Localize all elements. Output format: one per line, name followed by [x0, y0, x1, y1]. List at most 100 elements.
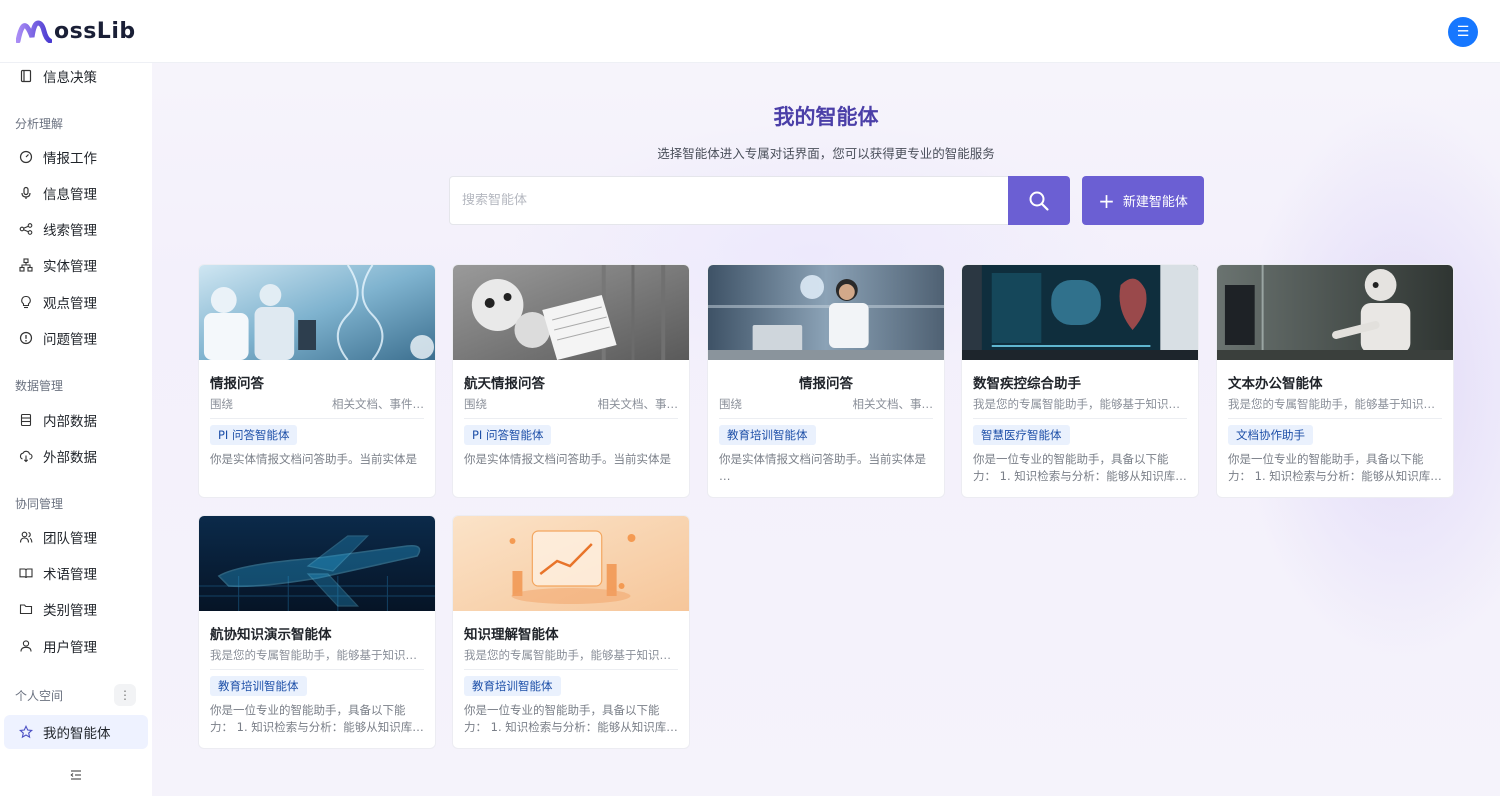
- card-image-airplane-wireframe: [199, 516, 435, 611]
- sidebar-item-info-mgmt[interactable]: 信息管理: [4, 176, 148, 210]
- card-meta-right: 相关文档、事…: [597, 397, 679, 411]
- card-tag: 文档协作助手: [1228, 425, 1313, 445]
- card-tag: 教育培训智能体: [464, 676, 561, 696]
- sidebar-item-label: 类别管理: [43, 603, 97, 619]
- sidebar-item-label: 我的智能体: [43, 726, 111, 742]
- card-title: 数智疾控综合助手: [973, 376, 1081, 392]
- card-image-orange-analytics: [453, 516, 689, 611]
- card-meta: 围绕 相关文档、事…: [464, 396, 678, 412]
- card-prompt: 你是一位专业的智能助手，具备以下能力： 1. 知识检索与分析：能够从知识库…: [1228, 452, 1442, 483]
- card-meta: 围绕 相关文档、事件…: [210, 396, 424, 412]
- agent-card[interactable]: 知识理解智能体 我是您的专属智能助手，能够基于知识… 教育培训智能体 你是一位专…: [452, 515, 690, 749]
- microphone-icon: [19, 186, 33, 200]
- sidebar-item-label: 外部数据: [43, 450, 97, 466]
- agent-card[interactable]: 情报问答 围绕 相关文档、事件… PI 问答智能体 你是实体情报文档问答助手。当…: [198, 264, 436, 498]
- sidebar-item-external-data[interactable]: 外部数据: [4, 439, 148, 473]
- book-icon: [19, 566, 33, 580]
- divider: [1228, 418, 1442, 419]
- card-prompt: 你是实体情报文档问答助手。当前实体是: [464, 452, 671, 466]
- agent-card[interactable]: 航天情报问答 围绕 相关文档、事… PI 问答智能体 你是实体情报文档问答助手。…: [452, 264, 690, 498]
- sidebar-item-label: 信息决策: [43, 70, 97, 86]
- sidebar-item-view-mgmt[interactable]: 观点管理: [4, 285, 148, 319]
- card-title: 知识理解智能体: [464, 627, 559, 643]
- card-desc: 我是您的专属智能助手，能够基于知识…: [1228, 397, 1435, 411]
- sidebar-item-label: 线索管理: [43, 223, 97, 239]
- dashboard-icon: [19, 150, 33, 164]
- sidebar-item-user-mgmt[interactable]: 用户管理: [4, 629, 148, 663]
- sidebar-item-entity-mgmt[interactable]: 实体管理: [4, 248, 148, 282]
- sidebar-item-team-mgmt[interactable]: 团队管理: [4, 520, 148, 554]
- card-title: 情报问答: [210, 376, 264, 392]
- card-image-robot-reading: [453, 265, 689, 360]
- divider: [719, 418, 933, 419]
- sidebar-item-clue-mgmt[interactable]: 线索管理: [4, 212, 148, 246]
- sidebar-item-info-decision[interactable]: 信息决策: [4, 59, 148, 93]
- divider: [210, 669, 424, 670]
- card-desc: 我是您的专属智能助手，能够基于知识…: [464, 648, 671, 662]
- card-title: 航协知识演示智能体: [210, 627, 332, 643]
- menu-button[interactable]: ☰: [1448, 17, 1478, 47]
- app-logo[interactable]: ossLib: [16, 19, 136, 44]
- page-title: 我的智能体: [773, 105, 879, 129]
- sidebar-item-internal-data[interactable]: 内部数据: [4, 403, 148, 437]
- card-title: 情报问答: [799, 376, 853, 392]
- page-subtitle: 选择智能体进入专属对话界面，您可以获得更专业的智能服务: [657, 146, 995, 161]
- card-meta-left: 围绕: [210, 397, 233, 411]
- card-meta-left: 围绕: [719, 397, 742, 411]
- search-input[interactable]: [462, 193, 996, 208]
- sidebar-item-label: 团队管理: [43, 531, 97, 547]
- team-icon: [19, 530, 33, 544]
- card-meta-right: 相关文档、事件…: [332, 397, 424, 411]
- menu-icon: ☰: [1456, 24, 1470, 40]
- document-icon: [19, 69, 33, 83]
- search-icon: [1029, 191, 1049, 211]
- section-label-collab: 协同管理: [15, 497, 64, 511]
- plus-icon: +: [1098, 188, 1115, 213]
- card-meta-right: 相关文档、事…: [852, 397, 934, 411]
- agent-card[interactable]: 文本办公智能体 我是您的专属智能助手，能够基于知识… 文档协作助手 你是一位专业…: [1216, 264, 1454, 498]
- divider: [464, 669, 678, 670]
- sidebar-item-category-mgmt[interactable]: 类别管理: [4, 592, 148, 626]
- section-label-analysis: 分析理解: [15, 117, 64, 131]
- card-tag: PI 问答智能体: [210, 425, 298, 445]
- sidebar-item-label: 术语管理: [43, 567, 97, 583]
- share-nodes-icon: [19, 222, 33, 236]
- card-tag: 教育培训智能体: [719, 425, 816, 445]
- agent-card[interactable]: 情报问答 围绕 相关文档、事… 教育培训智能体 你是实体情报文档问答助手。当前实…: [707, 264, 945, 498]
- alert-circle-icon: [19, 331, 33, 345]
- star-icon: [19, 725, 33, 739]
- search-box: [449, 176, 1009, 225]
- sidebar-item-intel-work[interactable]: 情报工作: [4, 140, 148, 174]
- card-meta: 围绕 相关文档、事…: [719, 396, 933, 412]
- agent-card[interactable]: 航协知识演示智能体 我是您的专属智能助手，能够基于知识… 教育培训智能体 你是一…: [198, 515, 436, 749]
- sidebar-item-problem-mgmt[interactable]: 问题管理: [4, 321, 148, 355]
- sidebar-item-label: 信息管理: [43, 187, 97, 203]
- card-meta-left: 围绕: [464, 397, 487, 411]
- sidebar-item-label: 情报工作: [43, 151, 97, 167]
- hierarchy-icon: [19, 258, 33, 272]
- agent-card[interactable]: 数智疾控综合助手 我是您的专属智能助手，能够基于知识… 智慧医疗智能体 你是一位…: [961, 264, 1199, 498]
- sidebar-item-term-mgmt[interactable]: 术语管理: [4, 556, 148, 590]
- logo-text: ossLib: [54, 18, 136, 44]
- top-header: ossLib ☰: [0, 0, 1500, 63]
- card-image-medical-screen: [962, 265, 1198, 360]
- card-desc: 我是您的专属智能助手，能够基于知识…: [973, 397, 1180, 411]
- create-agent-button[interactable]: + 新建智能体: [1082, 176, 1204, 225]
- cloud-download-icon: [19, 449, 33, 463]
- card-title: 航天情报问答: [464, 376, 545, 392]
- sidebar-item-label: 内部数据: [43, 414, 97, 430]
- card-prompt: 你是实体情报文档问答助手。当前实体是 …: [719, 452, 926, 483]
- section-label-data: 数据管理: [15, 379, 64, 393]
- divider: [464, 418, 678, 419]
- divider: [210, 418, 424, 419]
- collapse-sidebar-icon[interactable]: [66, 765, 86, 785]
- database-icon: [19, 413, 33, 427]
- sidebar-item-my-agents[interactable]: 我的智能体: [4, 715, 148, 749]
- more-options-icon[interactable]: ⋮: [114, 684, 136, 706]
- sidebar-item-label: 实体管理: [43, 259, 97, 275]
- card-prompt: 你是一位专业的智能助手，具备以下能力： 1. 知识检索与分析：能够从知识库…: [973, 452, 1187, 483]
- search-button[interactable]: [1008, 176, 1070, 225]
- card-tag: 智慧医疗智能体: [973, 425, 1070, 445]
- card-tag: 教育培训智能体: [210, 676, 307, 696]
- bulb-icon: [19, 295, 33, 309]
